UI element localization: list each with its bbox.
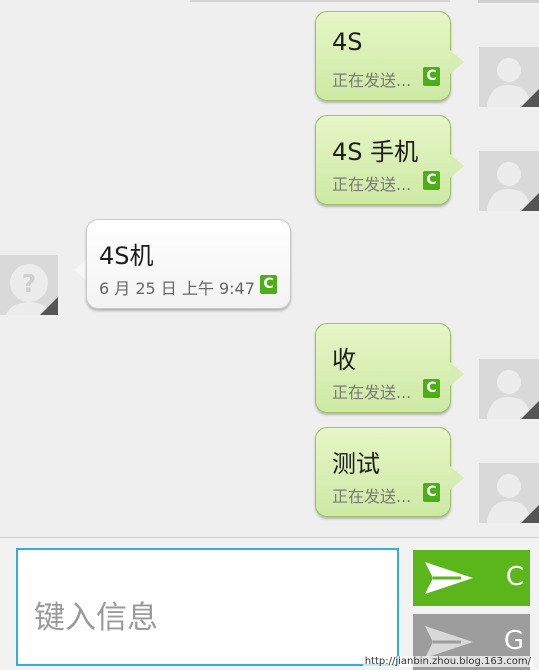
bubble-tail bbox=[450, 154, 464, 178]
c-badge-icon: C bbox=[260, 275, 277, 294]
send-sim-label: G bbox=[503, 626, 524, 656]
avatar[interactable] bbox=[479, 47, 539, 107]
avatar-corner-marker bbox=[521, 89, 539, 107]
message-status: 正在发送... bbox=[332, 383, 412, 402]
avatar-corner-marker bbox=[521, 505, 539, 523]
bubble-tail bbox=[450, 362, 464, 386]
message-status: 正在发送... bbox=[332, 487, 412, 506]
message-status: 正在发送... bbox=[332, 71, 412, 90]
avatar-corner-marker bbox=[40, 297, 58, 315]
bubble-tail bbox=[450, 50, 464, 74]
previous-avatar-edge bbox=[478, 0, 539, 3]
avatar-corner-marker bbox=[521, 193, 539, 211]
avatar-unknown[interactable]: ? bbox=[0, 255, 58, 315]
message-text: 收 bbox=[332, 346, 356, 374]
composer-bar: 键入信息 C G bbox=[0, 537, 539, 670]
input-placeholder: 键入信息 bbox=[34, 600, 158, 636]
message-thread[interactable]: 4S 正在发送... C 4S 手机 正在发送... C ? 4S机 6 月 2… bbox=[0, 0, 539, 537]
c-badge-icon: C bbox=[423, 171, 440, 190]
message-bubble[interactable]: 4S机 6 月 25 日 上午 9:47 C bbox=[86, 219, 291, 309]
message-input[interactable]: 键入信息 bbox=[16, 548, 399, 666]
message-text: 4S 手机 bbox=[332, 138, 419, 166]
message-text: 4S机 bbox=[99, 242, 154, 270]
svg-text:?: ? bbox=[22, 269, 37, 298]
avatar[interactable] bbox=[479, 359, 539, 419]
c-badge-icon: C bbox=[423, 67, 440, 86]
message-text: 测试 bbox=[332, 450, 380, 478]
avatar[interactable] bbox=[479, 463, 539, 523]
watermark-url: http://jianbin.zhou.blog.163.com/ bbox=[362, 656, 533, 667]
message-text: 4S bbox=[332, 28, 363, 56]
message-bubble[interactable]: 测试 正在发送... C bbox=[315, 427, 451, 517]
message-status: 正在发送... bbox=[332, 175, 412, 194]
c-badge-icon: C bbox=[423, 379, 440, 398]
avatar-corner-marker bbox=[521, 401, 539, 419]
message-bubble[interactable]: 4S 正在发送... C bbox=[315, 11, 451, 101]
c-badge-icon: C bbox=[423, 483, 440, 502]
message-timestamp: 6 月 25 日 上午 9:47 bbox=[99, 279, 255, 298]
avatar[interactable] bbox=[479, 151, 539, 211]
message-bubble[interactable]: 收 正在发送... C bbox=[315, 323, 451, 413]
bubble-tail bbox=[450, 466, 464, 490]
previous-message-edge bbox=[190, 0, 450, 2]
send-button-primary[interactable]: C bbox=[413, 550, 530, 606]
send-sim-label: C bbox=[505, 562, 524, 592]
send-arrow-icon bbox=[425, 562, 473, 594]
message-bubble[interactable]: 4S 手机 正在发送... C bbox=[315, 115, 451, 205]
